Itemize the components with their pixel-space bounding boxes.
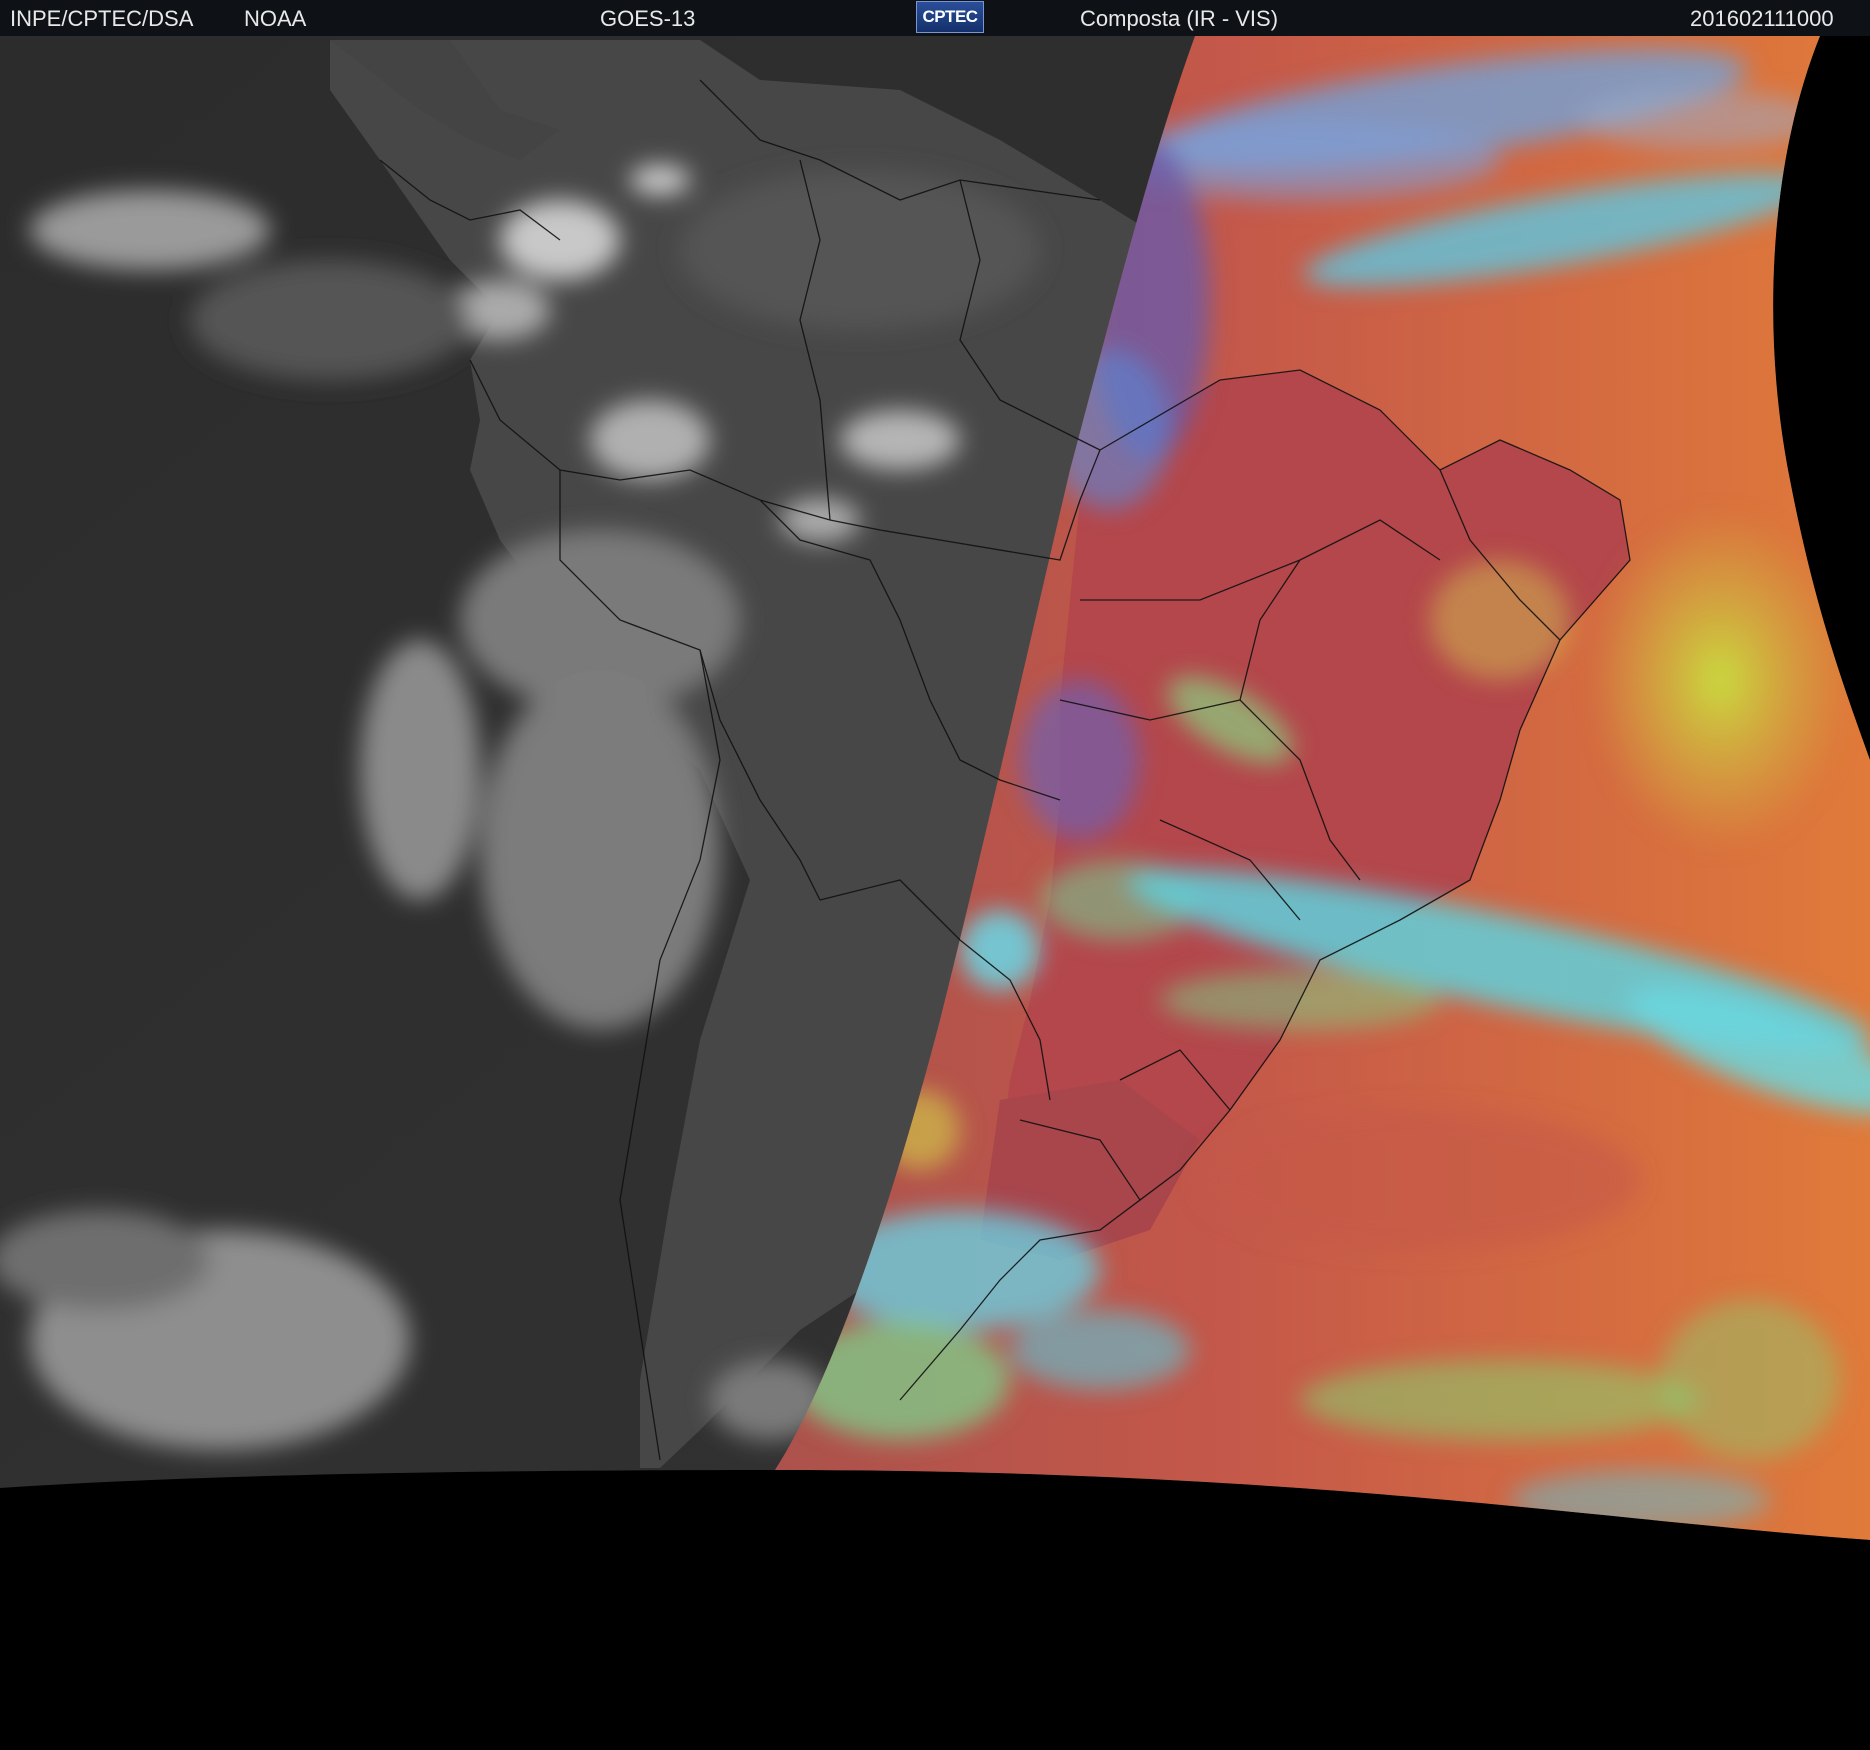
earth-disk [0, 36, 1870, 1540]
product-label: Composta (IR - VIS) [1080, 6, 1279, 31]
agency-label: INPE/CPTEC/DSA [10, 6, 194, 31]
partner-label: NOAA [244, 6, 307, 31]
timestamp-label: 201602111000 [1690, 6, 1834, 31]
cptec-logo: CPTEC [916, 1, 984, 33]
satellite-composite-map [0, 36, 1870, 1540]
header-bar: INPE/CPTEC/DSA NOAA GOES-13 CPTEC Compos… [0, 0, 1870, 36]
satellite-label: GOES-13 [600, 6, 696, 31]
